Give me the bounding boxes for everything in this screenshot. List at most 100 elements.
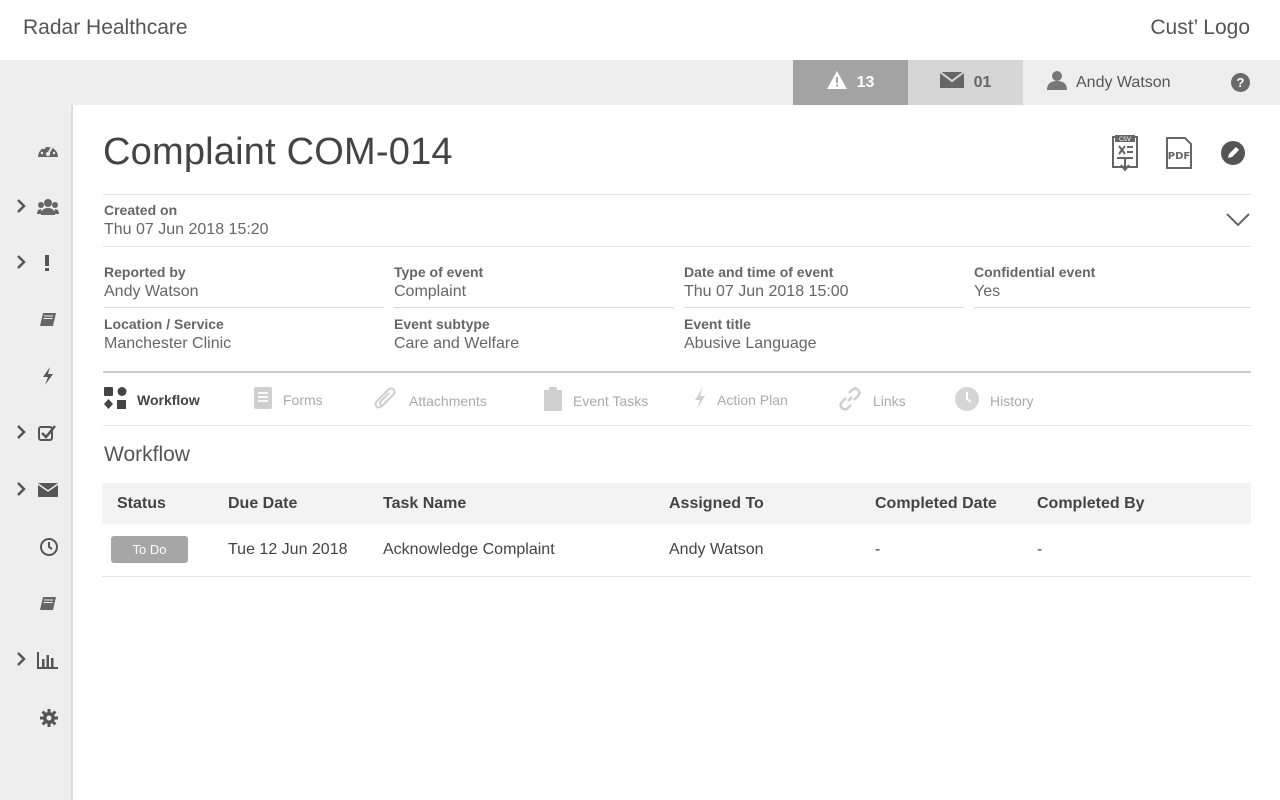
tab-event-tasks-label: Event Tasks: [573, 392, 649, 409]
alerts-count: 13: [856, 73, 875, 91]
date-time-event-value: Thu 07 Jun 2018 15:00: [684, 283, 964, 308]
brand-name[interactable]: Radar Healthcare: [23, 16, 188, 40]
divider: [103, 194, 1251, 195]
sidebar-item-reports[interactable]: [0, 640, 71, 680]
tab-action-plan-label: Action Plan: [717, 391, 788, 408]
event-subtype-field: Event subtype Care and Welfare: [394, 316, 674, 359]
sidebar-item-documents[interactable]: [0, 584, 71, 624]
confidential-label: Confidential event: [974, 264, 1096, 280]
book-icon: [37, 594, 59, 614]
column-header-task-name[interactable]: Task Name: [368, 483, 654, 524]
table-header-row: Status Due Date Task Name Assigned To Co…: [102, 483, 1251, 524]
event-subtype-label: Event subtype: [394, 316, 490, 332]
status-cell: To Do: [102, 524, 213, 577]
gear-icon: [37, 708, 59, 728]
event-subtype-value: Care and Welfare: [394, 335, 520, 352]
table-row[interactable]: To Do Tue 12 Jun 2018 Acknowledge Compla…: [102, 524, 1251, 577]
location-value: Manchester Clinic: [104, 335, 232, 352]
tab-attachments-label: Attachments: [409, 392, 487, 409]
tab-bar: Workflow Forms Attachments Event Tasks A…: [103, 371, 1251, 426]
clock-icon: [954, 386, 980, 415]
user-menu[interactable]: Andy Watson: [1047, 60, 1171, 105]
tab-forms[interactable]: Forms: [253, 386, 323, 413]
sidebar-item-library[interactable]: [0, 300, 71, 340]
tab-action-plan[interactable]: Action Plan: [693, 386, 788, 413]
envelope-icon: [37, 480, 59, 500]
location-field: Location / Service Manchester Clinic: [104, 316, 384, 359]
tab-forms-label: Forms: [283, 391, 323, 408]
created-value: Thu 07 Jun 2018 15:20: [104, 221, 269, 238]
column-header-assigned-to[interactable]: Assigned To: [654, 483, 860, 524]
created-label: Created on: [104, 202, 178, 218]
event-title-value: Abusive Language: [684, 335, 817, 352]
workflow-icon: [103, 386, 127, 413]
confidential-field: Confidential event Yes: [974, 264, 1251, 308]
column-header-completed-by[interactable]: Completed By: [1022, 483, 1251, 524]
sidebar-item-history[interactable]: [0, 527, 71, 567]
event-title-field: Event title Abusive Language: [684, 316, 964, 359]
column-header-due-date[interactable]: Due Date: [213, 483, 368, 524]
top-bar: Radar Healthcare Cust’ Logo: [0, 0, 1280, 60]
clock-icon: [37, 537, 59, 557]
customer-logo: Cust’ Logo: [1150, 16, 1250, 39]
tab-history[interactable]: History: [954, 386, 1034, 415]
csv-export-icon[interactable]: CSV: [1107, 135, 1143, 171]
envelope-icon: [938, 71, 965, 93]
sidebar-item-settings[interactable]: [0, 698, 71, 738]
clipboard-icon: [543, 386, 563, 415]
tab-workflow[interactable]: Workflow: [103, 386, 200, 413]
warning-icon: [826, 71, 847, 94]
sidebar-item-events[interactable]: [0, 243, 71, 283]
section-title: Workflow: [104, 443, 190, 466]
chevron-right-icon: [16, 424, 28, 442]
chevron-down-icon[interactable]: [1225, 211, 1251, 229]
book-icon: [37, 310, 59, 330]
form-document-icon: [253, 386, 273, 413]
reported-by-value: Andy Watson: [104, 283, 384, 308]
user-name: Andy Watson: [1076, 73, 1171, 91]
date-time-event-field: Date and time of event Thu 07 Jun 2018 1…: [684, 264, 964, 308]
tab-attachments[interactable]: Attachments: [373, 386, 487, 415]
sidebar-item-messages[interactable]: [0, 470, 71, 510]
type-of-event-label: Type of event: [394, 264, 484, 280]
page-actions: CSV PDF: [1107, 135, 1251, 171]
svg-text:PDF: PDF: [1168, 151, 1190, 162]
date-time-event-label: Date and time of event: [684, 264, 834, 280]
chevron-right-icon: [16, 651, 28, 669]
chevron-right-icon: [16, 254, 28, 272]
confidential-value: Yes: [974, 283, 1251, 308]
sidebar-item-tasks[interactable]: [0, 413, 71, 453]
sidebar-item-dashboard[interactable]: [0, 131, 71, 171]
alerts-button[interactable]: 13: [793, 60, 908, 105]
status-badge[interactable]: To Do: [111, 536, 188, 564]
due-date-cell: Tue 12 Jun 2018: [213, 524, 368, 577]
paperclip-icon: [373, 386, 399, 415]
link-icon: [837, 386, 863, 415]
svg-text:CSV: CSV: [1119, 136, 1132, 143]
workflow-table: Status Due Date Task Name Assigned To Co…: [102, 483, 1251, 577]
type-of-event-value: Complaint: [394, 283, 674, 308]
edit-icon[interactable]: [1215, 135, 1251, 171]
task-name-cell[interactable]: Acknowledge Complaint: [368, 524, 654, 577]
help-icon[interactable]: ?: [1231, 73, 1250, 92]
type-of-event-field: Type of event Complaint: [394, 264, 674, 308]
tab-links-label: Links: [873, 392, 906, 409]
tab-workflow-label: Workflow: [137, 391, 200, 408]
sidebar-item-people[interactable]: [0, 187, 71, 227]
status-bar: 13 01 Andy Watson ?: [0, 60, 1280, 105]
pdf-export-icon[interactable]: PDF: [1161, 135, 1197, 171]
people-icon: [37, 197, 59, 217]
assigned-to-cell: Andy Watson: [654, 524, 860, 577]
lightning-icon: [693, 386, 707, 413]
column-header-status[interactable]: Status: [102, 483, 213, 524]
column-header-completed-date[interactable]: Completed Date: [860, 483, 1022, 524]
messages-button[interactable]: 01: [908, 60, 1023, 105]
tab-event-tasks[interactable]: Event Tasks: [543, 386, 648, 415]
exclamation-icon: [37, 253, 59, 273]
location-label: Location / Service: [104, 316, 224, 332]
completed-by-cell: -: [1022, 524, 1251, 577]
messages-count: 01: [973, 73, 992, 91]
sidebar-item-actions[interactable]: [0, 356, 71, 396]
tab-links[interactable]: Links: [837, 386, 906, 415]
tab-history-label: History: [990, 392, 1034, 409]
